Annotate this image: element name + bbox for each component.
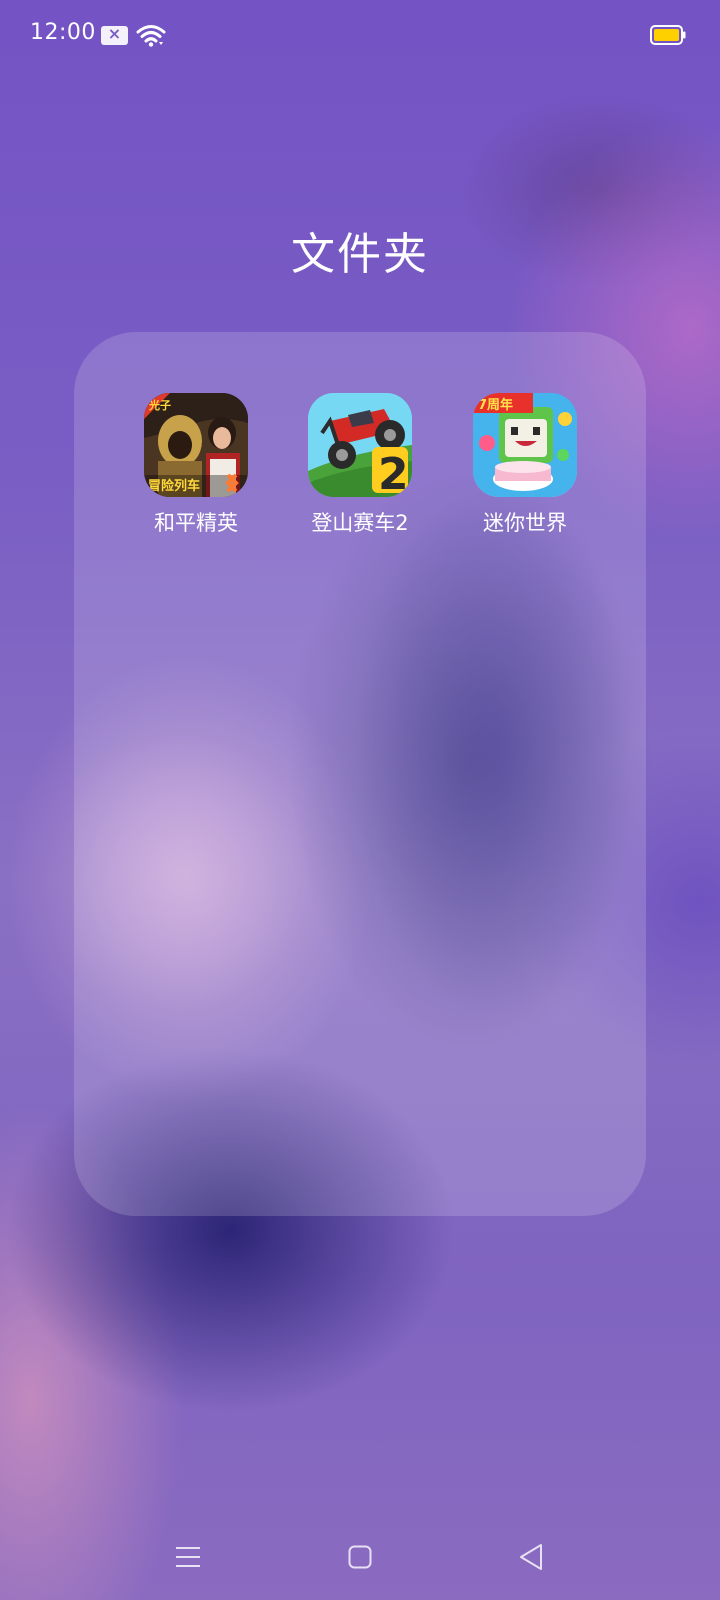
home-icon[interactable]: [348, 1545, 372, 1569]
menu-icon[interactable]: [175, 1545, 201, 1569]
back-icon[interactable]: [518, 1543, 544, 1571]
app-mini-world[interactable]: 7周年 迷你世界: [450, 393, 600, 537]
mini-world-app-icon[interactable]: 7周年: [473, 393, 577, 497]
mini-world-badge-text: 7周年: [478, 397, 513, 413]
heping-badge-text: 光子: [148, 398, 171, 412]
app-label: 和平精英: [154, 511, 238, 535]
status-bar: 12:00: [0, 0, 720, 72]
hill-climb-racing-2-app-icon[interactable]: 2: [308, 393, 412, 497]
folder-panel: 光子 冒险列车 和平精英 2 登山赛车2 7周年 迷你世界: [74, 332, 646, 1216]
app-hill-climb-racing-2[interactable]: 2 登山赛车2: [285, 393, 435, 537]
folder-title[interactable]: 文件夹: [0, 218, 720, 282]
heping-event-text: 冒险列车: [148, 478, 200, 494]
app-label: 登山赛车2: [311, 511, 409, 535]
app-label: 迷你世界: [483, 511, 567, 535]
battery-icon: [650, 25, 686, 45]
status-time: 12:00: [30, 20, 96, 45]
app-heping-jingying[interactable]: 光子 冒险列车 和平精英: [121, 393, 271, 537]
climb-badge-text: 2: [378, 449, 409, 497]
sim-card-icon: [101, 24, 128, 45]
heping-jingying-app-icon[interactable]: 光子 冒险列车: [144, 393, 248, 497]
wifi-icon: [136, 25, 166, 47]
